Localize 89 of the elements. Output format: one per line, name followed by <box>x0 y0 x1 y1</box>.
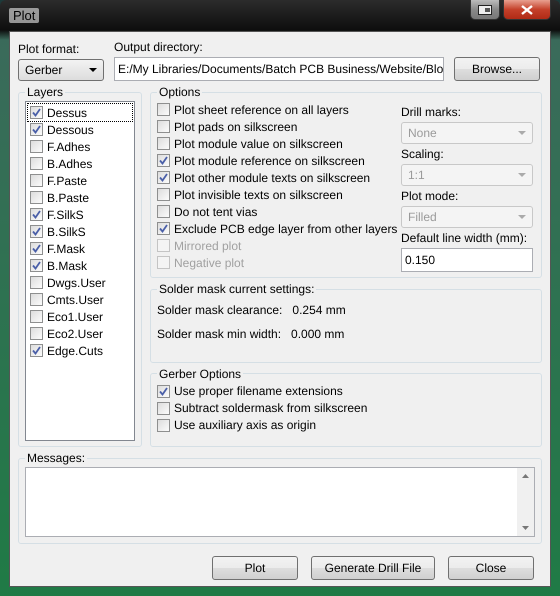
checkbox[interactable] <box>30 344 43 357</box>
checkbox[interactable] <box>30 191 43 204</box>
checkbox[interactable] <box>30 242 43 255</box>
caret-icon <box>518 131 526 135</box>
checkbox[interactable] <box>30 123 43 136</box>
plot-format-label: Plot format: <box>18 42 80 56</box>
checkbox[interactable] <box>157 154 170 167</box>
checkbox-label: Subtract soldermask from silkscreen <box>174 401 368 415</box>
group-title: Messages: <box>26 451 86 465</box>
dialog-button[interactable]: Plot <box>212 556 298 580</box>
scroll-down-icon <box>522 526 529 530</box>
checkbox[interactable] <box>157 120 170 133</box>
layer-label[interactable]: F.SilkS <box>47 208 84 222</box>
checkbox[interactable] <box>157 171 170 184</box>
setting-value: 0.254 mm <box>292 303 346 317</box>
close-button[interactable] <box>503 0 551 20</box>
caret-icon <box>518 215 526 219</box>
checkbox[interactable] <box>30 208 43 221</box>
setting-value: 0.000 mm <box>291 327 344 341</box>
caret-icon <box>89 68 97 72</box>
checkbox-label: Negative plot <box>174 256 244 270</box>
browse-button[interactable]: Browse... <box>454 57 540 81</box>
group-title: Layers <box>26 85 64 99</box>
checkbox-label: Do not tent vias <box>174 204 258 218</box>
checkbox-label: Plot sheet reference on all layers <box>174 102 349 116</box>
checkbox[interactable] <box>157 222 170 235</box>
group-title: Solder mask current settings: <box>158 282 316 296</box>
caret-icon <box>518 173 526 177</box>
window-mode-button[interactable] <box>470 0 500 20</box>
checkbox[interactable] <box>30 106 43 119</box>
checkbox[interactable] <box>30 225 43 238</box>
checkbox[interactable] <box>157 188 170 201</box>
checkbox-label: Use auxiliary axis as origin <box>174 418 316 432</box>
plot-format-dropdown[interactable]: Gerber <box>18 59 104 81</box>
checkbox[interactable] <box>30 174 43 187</box>
layer-label[interactable]: Eco2.User <box>47 326 104 340</box>
layer-label[interactable]: F.Mask <box>47 242 86 256</box>
close-icon <box>521 4 533 14</box>
checkbox-label: Use proper filename extensions <box>174 384 343 398</box>
checkbox-label: Exclude PCB edge layer from other layers <box>174 222 398 236</box>
checkbox-label: Plot module value on silkscreen <box>174 136 343 150</box>
layer-label[interactable]: Edge.Cuts <box>47 344 104 358</box>
checkbox[interactable] <box>157 402 170 414</box>
layer-label[interactable]: B.SilkS <box>47 224 86 238</box>
output-directory-label: Output directory: <box>114 40 204 54</box>
layer-label[interactable]: B.Adhes <box>47 156 92 170</box>
layer-label[interactable]: F.Adhes <box>47 140 90 154</box>
layer-label[interactable]: Dwgs.User <box>47 276 106 290</box>
checkbox[interactable] <box>157 103 170 116</box>
checkbox[interactable] <box>30 276 43 289</box>
group-title: Options <box>158 85 202 99</box>
layer-label[interactable]: F.Paste <box>47 174 88 188</box>
checkbox[interactable] <box>30 327 43 340</box>
checkbox-label: Plot invisible texts on silkscreen <box>174 188 343 202</box>
checkbox[interactable] <box>157 205 170 218</box>
checkbox[interactable] <box>30 259 43 272</box>
layer-label[interactable]: Cmts.User <box>47 292 104 306</box>
layer-label[interactable]: B.Paste <box>47 190 90 204</box>
scroll-up-icon <box>522 474 529 478</box>
line-width-label: Default line width (mm): <box>401 231 528 245</box>
output-directory-field[interactable]: E:/My Libraries/Documents/Batch PCB Business/Website/Blo <box>114 57 444 81</box>
checkbox-label: Mirrored plot <box>174 238 242 252</box>
checkbox[interactable] <box>157 418 170 432</box>
setting-label: Solder mask clearance: <box>157 303 282 317</box>
checkbox[interactable] <box>30 293 43 306</box>
checkbox-label: Plot module reference on silkscreen <box>174 154 365 168</box>
layer-label[interactable]: Dessus <box>47 106 88 120</box>
messages-area[interactable] <box>25 467 535 537</box>
checkbox[interactable] <box>30 140 43 153</box>
window-icon <box>478 4 492 14</box>
select-label: Scaling: <box>401 147 445 161</box>
dialog-button[interactable]: Generate Drill File <box>311 556 435 580</box>
window-title: Plot <box>9 8 40 23</box>
scrollbar[interactable] <box>517 468 534 536</box>
checkbox-label: Plot pads on silkscreen <box>174 120 298 134</box>
select-label: Plot mode: <box>401 189 460 203</box>
checkbox-label: Plot other module texts on silkscreen <box>174 170 370 184</box>
group-title: Gerber Options <box>158 366 242 380</box>
select-label: Drill marks: <box>401 105 462 119</box>
layer-label[interactable]: Dessous <box>47 122 94 136</box>
layer-label[interactable]: Eco1.User <box>47 310 104 324</box>
checkbox[interactable] <box>30 310 43 323</box>
checkbox[interactable] <box>30 157 43 170</box>
setting-label: Solder mask min width: <box>157 327 282 341</box>
checkbox[interactable] <box>157 137 170 150</box>
checkbox[interactable] <box>157 384 170 398</box>
dialog-button[interactable]: Close <box>448 556 534 580</box>
layer-label[interactable]: B.Mask <box>47 258 88 272</box>
line-width-field[interactable]: 0.150 <box>401 248 533 272</box>
